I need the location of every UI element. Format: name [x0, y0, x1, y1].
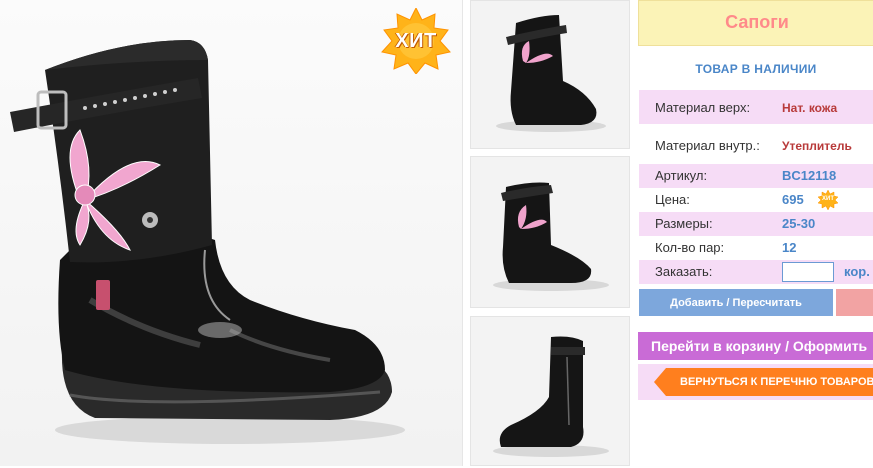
order-quantity-input[interactable] [782, 262, 834, 282]
mini-hit-label: ХИТ [822, 196, 834, 202]
back-to-list-button[interactable]: ВЕРНУТЬСЯ К ПЕРЕЧНЮ ТОВАРОВ [666, 368, 873, 396]
spec-value: BC12118 [782, 168, 837, 183]
go-to-cart-button[interactable]: Перейти в корзину / Оформить [638, 332, 873, 360]
order-unit-label: кор. [844, 264, 870, 279]
spec-row-material-top: Материал верх: Нат. кожа [639, 90, 873, 124]
spec-row-material-inner: Материал внутр.: Утеплитель [639, 132, 873, 160]
main-product-photo: ХИТ [0, 0, 463, 466]
thumbnail-1[interactable] [470, 0, 630, 149]
add-recalculate-button[interactable]: Добавить / Пересчитать [639, 289, 833, 316]
spec-value: 12 [782, 240, 797, 255]
spec-label: Артикул: [655, 168, 708, 183]
spec-row-article: Артикул: BC12118 [639, 164, 873, 188]
spec-label: Цена: [655, 192, 690, 207]
arrow-left-icon [654, 368, 666, 396]
spec-value: 25-30 [782, 216, 816, 231]
thumbnail-3[interactable] [470, 316, 630, 466]
spec-row-order: Заказать: кор. [639, 260, 873, 284]
back-button-row: ВЕРНУТЬСЯ К ПЕРЕЧНЮ ТОВАРОВ [638, 364, 873, 400]
hit-badge-label: ХИТ [395, 30, 437, 52]
hit-badge: ХИТ [380, 8, 452, 74]
spec-label: Материал внутр.: [655, 138, 760, 153]
product-title: Сапоги [725, 12, 789, 32]
spec-label: Заказать: [655, 264, 713, 279]
price-value: 695 [782, 192, 804, 207]
remove-button[interactable] [836, 289, 873, 316]
stock-status: ТОВАР В НАЛИЧИИ [638, 56, 873, 84]
product-title-bar: Сапоги [638, 0, 873, 46]
thumbnail-2[interactable] [470, 156, 630, 308]
spec-row-price: Цена: 695 ХИТ [639, 188, 873, 212]
spec-row-sizes: Размеры: 25-30 [639, 212, 873, 236]
stock-status-label: ТОВАР В НАЛИЧИИ [695, 62, 817, 76]
spec-value: Нат. кожа [782, 101, 838, 115]
spec-value: Утеплитель [782, 139, 852, 153]
boot-thumbnail-image [496, 15, 606, 132]
mini-hit-badge: ХИТ [817, 190, 839, 210]
boot-thumbnail-image [493, 336, 609, 457]
spec-label: Кол-во пар: [655, 240, 725, 255]
spec-row-pairs: Кол-во пар: 12 [639, 236, 873, 260]
spec-label: Размеры: [655, 216, 713, 231]
spec-label: Материал верх: [655, 100, 751, 115]
boot-thumbnail-image [493, 182, 609, 291]
